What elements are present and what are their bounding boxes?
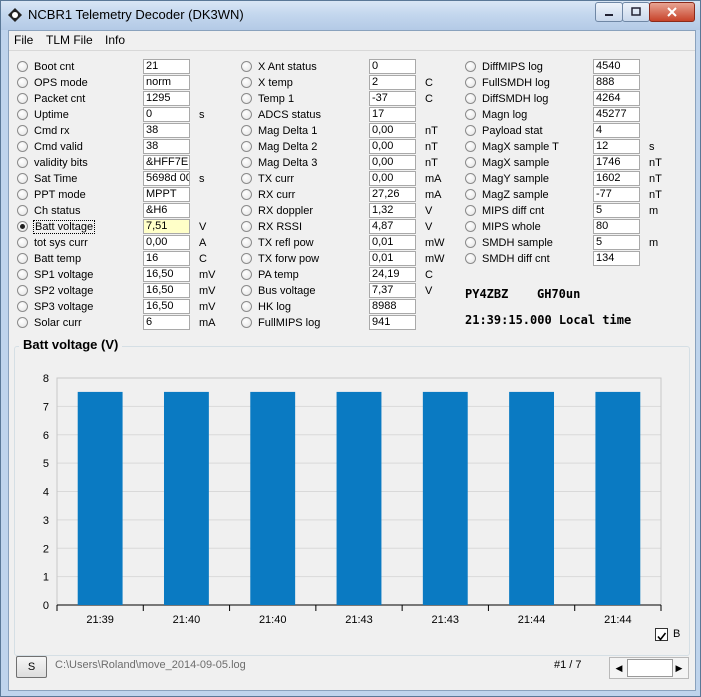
x-tick-label: 21:43: [345, 614, 373, 626]
y-tick-label: 3: [43, 515, 49, 527]
x-tick-label: 21:43: [432, 614, 460, 626]
maximize-icon: [631, 7, 641, 16]
bar: [595, 391, 641, 605]
minimize-icon: [605, 14, 613, 16]
bar: [163, 391, 209, 605]
client-area: File TLM File Info Boot cnt 21 OPS mode nor…: [8, 30, 696, 691]
close-icon: [667, 7, 677, 17]
y-tick-label: 5: [43, 458, 49, 470]
scroll-thumb[interactable]: [627, 659, 673, 677]
y-tick-label: 0: [43, 600, 49, 612]
app-icon: [8, 8, 22, 22]
batt-voltage-chart: 0 1 2 3 4 5 6 7 8 21:39 21:40 21:40 21:43 21:43 21:44 2…: [43, 373, 662, 626]
y-tick-label: 2: [43, 543, 49, 555]
window-title: NCBR1 Telemetry Decoder (DK3WN): [28, 7, 244, 22]
y-tick-label: 6: [43, 430, 49, 442]
page-scrollbar[interactable]: ◀ ▶: [609, 657, 689, 679]
b-checkbox-label: B: [673, 628, 681, 640]
x-tick-label: 21:39: [86, 614, 114, 626]
x-tick-label: 21:40: [259, 614, 287, 626]
log-file-path: C:\Users\Roland\move_2014-09-05.log: [55, 659, 246, 671]
bar: [336, 391, 382, 605]
x-tick-label: 21:44: [518, 614, 546, 626]
bar: [77, 391, 123, 605]
y-tick-label: 7: [43, 401, 49, 413]
check-icon: [657, 632, 667, 641]
scroll-left-arrow-icon[interactable]: ◀: [612, 660, 626, 676]
s-button[interactable]: S: [16, 656, 47, 678]
y-tick-label: 1: [43, 572, 49, 584]
y-tick-label: 4: [43, 487, 49, 499]
page-indicator: #1 / 7: [554, 659, 582, 671]
x-tick-label: 21:44: [604, 614, 632, 626]
maximize-button[interactable]: [622, 2, 650, 22]
bar: [250, 391, 296, 605]
b-checkbox[interactable]: [655, 628, 668, 641]
close-button[interactable]: [649, 2, 695, 22]
scroll-right-arrow-icon[interactable]: ▶: [672, 660, 686, 676]
bar: [422, 391, 468, 605]
bar: [509, 391, 555, 605]
title-bar: NCBR1 Telemetry Decoder (DK3WN): [1, 1, 700, 30]
y-tick-label: 8: [43, 373, 49, 385]
minimize-button[interactable]: [595, 2, 623, 22]
app-window: NCBR1 Telemetry Decoder (DK3WN) File TLM…: [0, 0, 701, 697]
x-tick-label: 21:40: [173, 614, 201, 626]
